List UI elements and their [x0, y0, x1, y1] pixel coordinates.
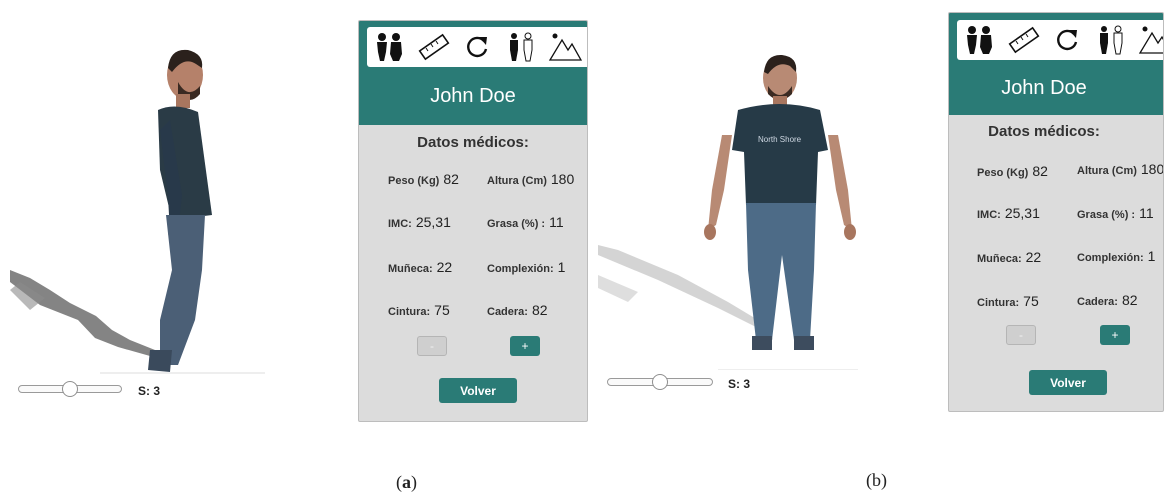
body-outline-icon[interactable] — [1089, 20, 1133, 60]
scale-label-a: S: 3 — [138, 384, 161, 398]
svg-text:North Shore: North Shore — [758, 135, 802, 144]
back-button[interactable]: Volver — [439, 378, 517, 403]
field-waist: Cintura: 75 — [388, 302, 450, 318]
field-hip: Cadera: 82 — [1077, 292, 1138, 308]
field-bmi: IMC: 25,31 — [977, 205, 1040, 221]
people-icon[interactable] — [367, 27, 411, 67]
field-height: Altura (Cm) 180 — [1077, 161, 1164, 177]
field-hip: Cadera: 82 — [487, 302, 548, 318]
scale-slider-thumb-b[interactable] — [652, 374, 668, 390]
side-scan-figure — [10, 49, 265, 374]
decrease-button[interactable]: - — [1006, 325, 1036, 345]
scale-slider-thumb-a[interactable] — [62, 381, 78, 397]
ruler-icon[interactable] — [411, 27, 455, 67]
scan-viewport-b[interactable]: North Shore — [598, 40, 868, 370]
field-wrist: Muñeca: 22 — [388, 259, 453, 275]
user-name: John Doe — [1001, 77, 1087, 99]
front-scan-figure: North Shore — [598, 54, 858, 370]
people-icon[interactable] — [957, 20, 1001, 60]
toolbar-b — [957, 20, 1163, 60]
medical-panel-a: John Doe Datos médicos: Peso (Kg) 82 Altu… — [358, 20, 588, 422]
field-height: Altura (Cm) 180 — [487, 171, 575, 187]
increase-button[interactable]: + — [510, 336, 540, 356]
field-bmi: IMC: 25,31 — [388, 214, 451, 230]
decrease-button[interactable]: - — [417, 336, 447, 356]
back-button[interactable]: Volver — [1029, 370, 1107, 395]
field-weight: Peso (Kg) 82 — [388, 171, 459, 187]
field-fat: Grasa (%) :11 — [1077, 205, 1154, 221]
rotate-icon[interactable] — [1045, 20, 1089, 60]
toolbar-a — [367, 27, 587, 67]
caption-a: (a) — [396, 472, 417, 492]
scale-label-b: S: 3 — [728, 377, 751, 391]
field-waist: Cintura: 75 — [977, 293, 1039, 309]
section-title: Datos médicos: — [988, 123, 1100, 140]
mountain-icon[interactable] — [1133, 20, 1163, 60]
field-weight: Peso (Kg) 82 — [977, 163, 1048, 179]
increase-button[interactable]: + — [1100, 325, 1130, 345]
user-name: John Doe — [430, 85, 516, 107]
scan-viewport-a[interactable] — [0, 20, 270, 385]
medical-panel-b: John Doe Datos médicos: Peso (Kg) 82 Altu… — [948, 12, 1164, 412]
ruler-icon[interactable] — [1001, 20, 1045, 60]
section-title: Datos médicos: — [417, 134, 529, 151]
body-outline-icon[interactable] — [499, 27, 543, 67]
field-wrist: Muñeca: 22 — [977, 249, 1042, 265]
field-fat: Grasa (%) :11 — [487, 214, 564, 230]
rotate-icon[interactable] — [455, 27, 499, 67]
caption-b: (b) — [866, 470, 887, 490]
field-build: Complexión: 1 — [487, 259, 566, 275]
mountain-icon[interactable] — [543, 27, 587, 67]
field-build: Complexión: 1 — [1077, 248, 1156, 264]
